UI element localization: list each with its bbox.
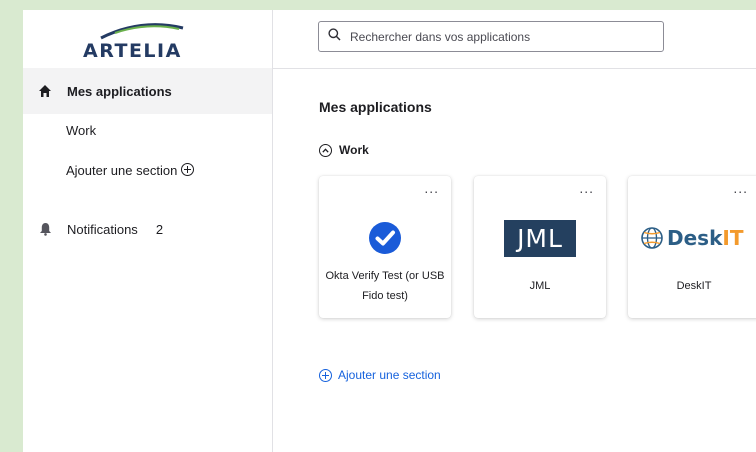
- home-icon: [37, 83, 53, 99]
- search-input[interactable]: [348, 28, 652, 45]
- more-options-icon[interactable]: ...: [733, 181, 748, 195]
- sidebar-item-notifications[interactable]: Notifications 2: [37, 221, 163, 237]
- plus-circle-icon: [319, 368, 332, 382]
- notification-count-badge: 2: [155, 221, 164, 237]
- app-card-label: JML: [529, 280, 551, 292]
- app-card-deskit[interactable]: ... Desk IT DeskIT: [628, 176, 756, 318]
- logo-text: ARTELIA: [83, 40, 182, 62]
- search-icon: [328, 27, 341, 46]
- deskit-logo-text-it: IT: [722, 226, 744, 250]
- globe-icon: [641, 227, 663, 249]
- app-card-jml[interactable]: ... JML JML: [474, 176, 606, 318]
- app-window: ARTELIA Mes applications Work Ajouter un…: [23, 10, 756, 452]
- plus-circle-icon: [181, 163, 195, 176]
- app-card-okta-verify[interactable]: ... Okta Verify Test (or USB Fido test): [319, 176, 451, 318]
- more-options-icon[interactable]: ...: [579, 181, 594, 195]
- section-header-work[interactable]: Work: [319, 143, 369, 157]
- sidebar-item-mes-applications[interactable]: Mes applications: [37, 83, 172, 99]
- sidebar-item-work[interactable]: Work: [66, 123, 96, 138]
- deskit-logo-text-desk: Desk: [667, 226, 723, 250]
- sidebar-item-ajouter-section[interactable]: Ajouter une section: [66, 163, 195, 178]
- add-section-link[interactable]: Ajouter une section: [319, 368, 441, 382]
- sidebar: ARTELIA Mes applications Work Ajouter un…: [23, 10, 273, 452]
- bell-icon: [37, 221, 53, 237]
- chevron-up-circle-icon: [319, 143, 332, 157]
- top-header: [273, 10, 756, 69]
- okta-verify-logo: [319, 218, 451, 258]
- jml-logo: JML: [474, 218, 606, 258]
- jml-logo-text: JML: [504, 219, 576, 257]
- logo-arc-icon: [100, 23, 184, 40]
- okta-verify-check-icon: [369, 222, 401, 254]
- sidebar-item-label: Mes applications: [67, 83, 172, 99]
- app-card-label: Okta Verify Test (or USB Fido test): [325, 270, 445, 302]
- app-card-label: DeskIT: [676, 280, 712, 292]
- page-title: Mes applications: [319, 99, 432, 115]
- section-title: Work: [339, 143, 369, 157]
- search-box[interactable]: [318, 21, 664, 52]
- deskit-logo: Desk IT: [628, 218, 756, 258]
- more-options-icon[interactable]: ...: [424, 181, 439, 195]
- add-section-label: Ajouter une section: [338, 368, 441, 382]
- sidebar-item-label: Notifications: [67, 221, 138, 237]
- sidebar-item-label: Ajouter une section: [66, 163, 178, 178]
- artelia-logo[interactable]: ARTELIA: [79, 16, 209, 64]
